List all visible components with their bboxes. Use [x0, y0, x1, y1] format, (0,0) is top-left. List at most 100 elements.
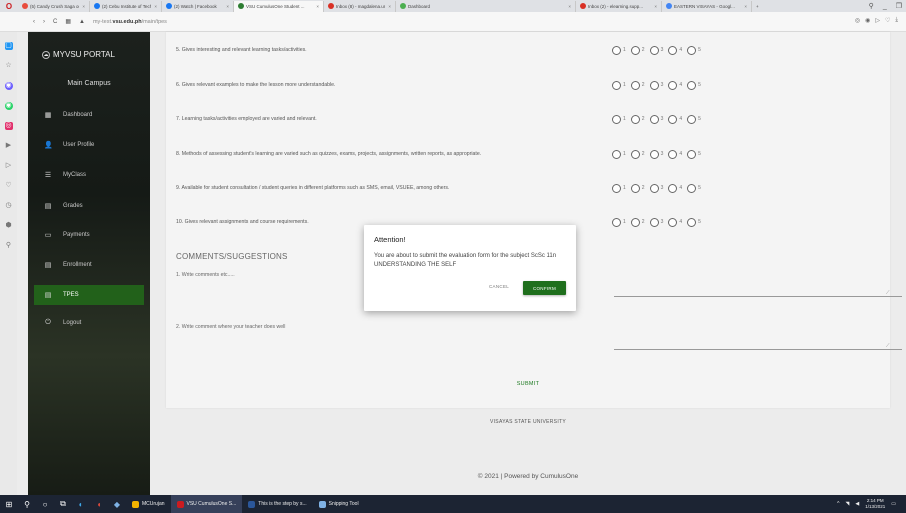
radio-circle-icon[interactable] [687, 114, 697, 124]
network-icon[interactable]: ◥ [846, 501, 850, 507]
browser-tab[interactable]: (5) Candy Crush Saga on F...× [18, 0, 90, 12]
rating-radio-3[interactable]: 3 [649, 149, 663, 159]
radio-circle-icon[interactable] [649, 80, 659, 90]
instagram-icon[interactable]: ◎ [4, 122, 13, 130]
taskbar-app[interactable]: MCUrujan [126, 495, 171, 513]
rating-radio-5[interactable]: 5 [687, 149, 701, 159]
pinned-app-icon[interactable]: ◆ [108, 495, 126, 513]
tabs-icon[interactable]: ▢ [4, 42, 13, 50]
browser-tab[interactable]: EASTERN VISAYAS - Googl... × [662, 0, 752, 12]
taskbar-app[interactable]: This is the step by s... [242, 495, 312, 513]
taskbar-app[interactable]: Snipping Tool [313, 495, 365, 513]
rating-radio-2[interactable]: 2 [630, 45, 645, 55]
search-icon[interactable]: ⚲ [869, 2, 874, 10]
radio-circle-icon[interactable] [612, 80, 621, 90]
sidebar-item-user-profile[interactable]: 👤 User Profile [34, 135, 144, 155]
minimize-icon[interactable]: _ [883, 3, 887, 10]
radio-circle-icon[interactable] [630, 149, 640, 159]
radio-circle-icon[interactable] [687, 149, 697, 159]
flow-icon[interactable]: ▷ [5, 162, 13, 170]
rating-radio-1[interactable]: 1 [612, 217, 626, 227]
radio-circle-icon[interactable] [687, 45, 697, 55]
rating-radio-3[interactable]: 3 [649, 183, 663, 193]
cancel-button[interactable]: CANCEL [489, 284, 509, 289]
sidebar-item-enrollment[interactable]: ▤ Enrollment [34, 255, 144, 275]
radio-circle-icon[interactable] [612, 45, 621, 55]
rating-radio-4[interactable]: 4 [668, 114, 682, 124]
tab-close-icon[interactable]: × [388, 4, 391, 9]
radio-circle-icon[interactable] [630, 114, 640, 124]
rating-radio-5[interactable]: 5 [687, 45, 701, 55]
rating-radio-4[interactable]: 4 [668, 217, 682, 227]
rating-radio-1[interactable]: 1 [612, 45, 626, 55]
volume-icon[interactable]: ◀ [855, 501, 859, 507]
tab-close-icon[interactable]: × [744, 4, 747, 9]
rating-radio-2[interactable]: 2 [630, 183, 645, 193]
comment1-textarea[interactable] [614, 296, 902, 297]
sidebar-item-payments[interactable]: ▭ Payments [34, 225, 144, 245]
rating-radio-5[interactable]: 5 [687, 183, 701, 193]
radio-circle-icon[interactable] [668, 114, 678, 124]
pinned-app-icon[interactable]: ◖ [90, 495, 108, 513]
sidebar-item-grades[interactable]: ▤ Grades [34, 196, 144, 216]
radio-circle-icon[interactable] [687, 80, 697, 90]
browser-tab[interactable]: Inbox (8) - magdalena.unc...× [324, 0, 396, 12]
radio-circle-icon[interactable] [649, 183, 659, 193]
extensions-icon[interactable]: ⬢ [5, 222, 13, 230]
rating-radio-2[interactable]: 2 [630, 217, 645, 227]
tab-close-icon[interactable]: × [82, 4, 85, 9]
radio-circle-icon[interactable] [630, 80, 640, 90]
location-icon[interactable]: ⚲ [5, 242, 13, 250]
whatsapp-icon[interactable]: ◉ [4, 102, 13, 110]
radio-circle-icon[interactable] [630, 217, 640, 227]
back-icon[interactable]: ‹ [33, 19, 35, 25]
search-icon[interactable]: ⚲ [18, 495, 36, 513]
messenger-icon[interactable]: ◉ [4, 82, 13, 90]
browser-tab[interactable]: (2) Watch | Facebook × [162, 0, 234, 12]
rating-radio-4[interactable]: 4 [668, 80, 682, 90]
sidebar-item-logout[interactable]: ⏻ Logout [34, 313, 144, 333]
tab-close-icon[interactable]: × [154, 4, 157, 9]
restore-icon[interactable]: ❐ [896, 2, 902, 10]
edge-icon[interactable]: ◐ [72, 495, 90, 513]
radio-circle-icon[interactable] [668, 217, 678, 227]
rating-radio-3[interactable]: 3 [649, 114, 663, 124]
radio-circle-icon[interactable] [649, 45, 659, 55]
tab-close-icon[interactable]: × [654, 4, 657, 9]
rating-radio-2[interactable]: 2 [630, 80, 645, 90]
warning-icon[interactable]: ▲ [79, 19, 85, 25]
sidebar-item-myclass[interactable]: ☰ MyClass [34, 165, 144, 185]
forward-icon[interactable]: › [43, 19, 45, 25]
radio-circle-icon[interactable] [649, 217, 659, 227]
browser-tab[interactable]: VSU CumulusOne Student ... × [234, 0, 324, 12]
camera-icon[interactable]: ◎ [855, 17, 860, 24]
browser-tab[interactable]: Inbox (2) - elearning.supp... × [576, 0, 662, 12]
sidebar-item-tpes[interactable]: ▤ TPES [34, 285, 144, 305]
portal-brand[interactable]: ☁ MYVSU PORTAL [42, 50, 115, 59]
radio-circle-icon[interactable] [612, 149, 621, 159]
task-view-icon[interactable]: ⧉ [54, 495, 72, 513]
radio-circle-icon[interactable] [687, 183, 697, 193]
reload-icon[interactable]: C [53, 19, 57, 25]
download-icon[interactable]: ⤓ [895, 17, 898, 24]
taskbar-app[interactable]: VSU CumulusOne S... [170, 495, 243, 513]
speed-dial-icon[interactable]: ▦ [65, 18, 71, 25]
radio-circle-icon[interactable] [630, 183, 640, 193]
rating-radio-4[interactable]: 4 [668, 45, 682, 55]
rating-radio-3[interactable]: 3 [649, 80, 663, 90]
rating-radio-5[interactable]: 5 [687, 217, 701, 227]
rating-radio-1[interactable]: 1 [612, 114, 626, 124]
rating-radio-1[interactable]: 1 [612, 80, 626, 90]
rating-radio-5[interactable]: 5 [687, 114, 701, 124]
notification-icon[interactable]: ▭ [891, 501, 896, 507]
tab-close-icon[interactable]: × [316, 4, 319, 9]
rating-radio-1[interactable]: 1 [612, 149, 626, 159]
player-icon[interactable]: ▶ [5, 142, 13, 150]
resize-handle-icon[interactable]: ⟋ [886, 343, 890, 349]
send-icon[interactable]: ▷ [875, 17, 880, 24]
radio-circle-icon[interactable] [612, 183, 621, 193]
rating-radio-1[interactable]: 1 [612, 183, 626, 193]
resize-handle-icon[interactable]: ⟋ [886, 290, 890, 296]
rating-radio-5[interactable]: 5 [687, 80, 701, 90]
start-icon[interactable]: ⊞ [0, 495, 18, 513]
